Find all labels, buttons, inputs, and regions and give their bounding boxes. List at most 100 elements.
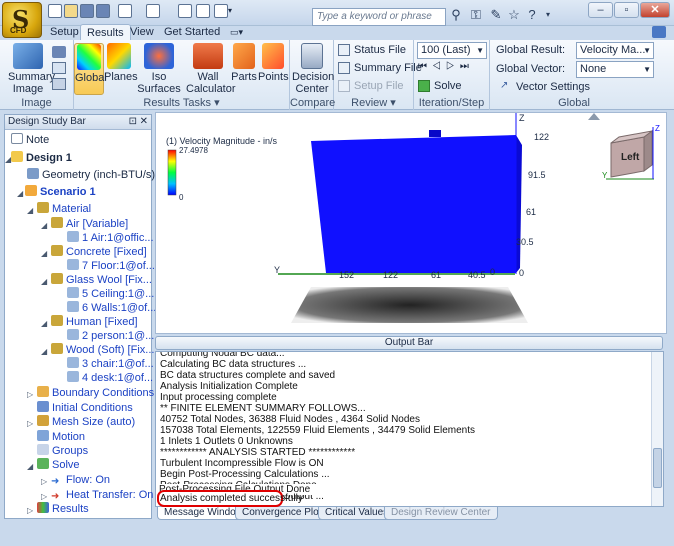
undo-icon[interactable]: [118, 4, 132, 18]
previous-step-icon[interactable]: ◁: [432, 61, 446, 72]
summary-file-button[interactable]: Summary File: [338, 60, 422, 76]
tree-item-heat-transfer[interactable]: ➜ Heat Transfer: On: [51, 488, 153, 503]
tree-item-groups[interactable]: Groups: [37, 444, 88, 459]
tree-item-mesh-size[interactable]: Mesh Size (auto): [37, 415, 135, 430]
pin-icon[interactable]: ⊡: [129, 115, 137, 129]
collapse-icon[interactable]: ◢: [41, 347, 47, 356]
status-file-button[interactable]: Status File: [338, 42, 406, 58]
collapse-icon[interactable]: ◢: [41, 249, 47, 258]
planes-button[interactable]: Planes: [104, 43, 138, 95]
binoculars-icon[interactable]: ⚲: [448, 7, 464, 23]
collapse-icon[interactable]: ◢: [41, 221, 47, 230]
tree-item-scenario[interactable]: Scenario 1: [25, 185, 96, 200]
decision-center-button[interactable]: Decision Center: [292, 43, 334, 95]
open-icon[interactable]: [64, 4, 78, 18]
viewcube-face-label[interactable]: Left: [621, 152, 639, 163]
tree-item-part[interactable]: 1 Air:1@offic...: [67, 231, 154, 246]
tree-item-part[interactable]: 5 Ceiling:1@...: [67, 287, 154, 302]
save-as-icon[interactable]: [96, 4, 110, 18]
tree-item-part[interactable]: 6 Walls:1@of...: [67, 301, 156, 316]
graphics-viewport[interactable]: (1) Velocity Magnitude - in/s 27.4978 0 …: [155, 112, 667, 334]
image-edit-icon[interactable]: [52, 78, 66, 90]
tree-item-results[interactable]: Results: [37, 502, 89, 517]
expand-icon[interactable]: ▷: [27, 419, 33, 428]
wall-calculator-button[interactable]: Wall Calculator: [186, 43, 236, 95]
favorites-star-icon[interactable]: ☆: [506, 7, 522, 23]
iso-surfaces-button[interactable]: Iso Surfaces: [134, 43, 184, 95]
first-step-icon[interactable]: ⏮: [418, 61, 432, 72]
minimize-button[interactable]: –: [588, 2, 613, 18]
play-icon[interactable]: ▷: [446, 61, 460, 72]
help-icon[interactable]: ?: [524, 7, 540, 23]
tree-item-boundary-conditions[interactable]: Boundary Conditions: [37, 386, 154, 401]
expand-icon[interactable]: ▷: [27, 506, 33, 515]
global-result-select[interactable]: Velocity Ma... ▼: [576, 42, 654, 59]
search-input[interactable]: Type a keyword or phrase: [312, 8, 446, 26]
image-settings-icon[interactable]: [52, 46, 66, 58]
global-vector-select[interactable]: None ▼: [576, 61, 654, 78]
tree-item-note[interactable]: Note: [11, 133, 49, 148]
output-scrollbar[interactable]: [651, 352, 663, 506]
parts-button[interactable]: Parts: [230, 43, 258, 95]
tab-view[interactable]: View: [124, 24, 160, 40]
iteration-nav[interactable]: ⏮◁▷⏭: [418, 61, 474, 72]
tree-item-flow[interactable]: ➜ Flow: On: [51, 473, 110, 488]
tree-item-part[interactable]: 4 desk:1@of...: [67, 371, 153, 386]
tree-item-concrete[interactable]: Concrete [Fixed]: [51, 245, 147, 260]
tab-setup[interactable]: Setup: [44, 24, 85, 40]
close-button[interactable]: ✕: [640, 2, 670, 18]
points-button[interactable]: Points: [258, 43, 289, 95]
setup-file-button[interactable]: Setup File: [338, 78, 404, 94]
collapse-icon[interactable]: ◢: [17, 189, 23, 198]
output-bar-header[interactable]: Output Bar: [155, 336, 663, 350]
planes-label: Planes: [104, 71, 138, 83]
global-button[interactable]: Global: [74, 43, 107, 95]
qat-chevron-icon[interactable]: ▾: [228, 6, 232, 15]
new-icon[interactable]: [48, 4, 62, 18]
tree-item-part[interactable]: 3 chair:1@of...: [67, 357, 154, 372]
collapse-icon[interactable]: ◢: [41, 277, 47, 286]
expand-icon[interactable]: ▷: [41, 492, 47, 501]
tree-item-glass-wool[interactable]: Glass Wool [Fix...: [51, 273, 152, 288]
tree-item-human[interactable]: Human [Fixed]: [51, 315, 138, 330]
tree-item-design[interactable]: Design 1: [11, 151, 72, 166]
tree-item-geometry[interactable]: Geometry (inch-BTU/s): [27, 168, 155, 183]
tab-get-started[interactable]: Get Started: [158, 24, 226, 40]
collapse-icon[interactable]: ◢: [27, 462, 33, 471]
save-icon[interactable]: [80, 4, 94, 18]
communication-icon[interactable]: ✎: [488, 7, 504, 23]
collapse-icon[interactable]: ◢: [41, 319, 47, 328]
ribbon-help-icon[interactable]: [652, 26, 666, 38]
tree-item-part[interactable]: 2 person:1@...: [67, 329, 154, 344]
collapse-icon[interactable]: ◢: [27, 206, 33, 215]
vector-settings-button[interactable]: ↗ Vector Settings: [500, 79, 590, 95]
tree-item-air[interactable]: Air [Variable]: [51, 217, 128, 232]
help-dropdown-icon[interactable]: [214, 4, 228, 18]
window-icon[interactable]: [146, 4, 160, 18]
next-step-icon[interactable]: ⏭: [460, 61, 474, 72]
ribbon-options-icon[interactable]: ▭▾: [224, 24, 249, 40]
help-chevron-icon[interactable]: ▾: [540, 7, 556, 23]
maximize-button[interactable]: ▫: [614, 2, 639, 18]
subscription-icon[interactable]: ⚿: [468, 7, 484, 23]
iteration-select[interactable]: 100 (Last) ▼: [417, 42, 487, 59]
scrollbar-thumb[interactable]: [653, 448, 662, 488]
launch-icon[interactable]: [178, 4, 192, 18]
tools-icon[interactable]: [196, 4, 210, 18]
image-copy-icon[interactable]: [52, 62, 66, 74]
tree-item-wood[interactable]: Wood (Soft) [Fix...: [51, 343, 154, 358]
solve-button[interactable]: Solve: [418, 78, 462, 94]
tree-item-part[interactable]: 7 Floor:1@of...: [67, 259, 155, 274]
tree-item-initial-conditions[interactable]: Initial Conditions: [37, 401, 133, 416]
expand-icon[interactable]: ▷: [27, 390, 33, 399]
tab-convergence-plot[interactable]: Convergence Plot: [235, 507, 329, 520]
home-view-icon[interactable]: [588, 113, 600, 120]
tree-item-motion[interactable]: Motion: [37, 430, 85, 445]
tree-item-solve[interactable]: Solve: [37, 458, 80, 473]
summary-image-button[interactable]: Summary Image: [8, 43, 55, 95]
expand-icon[interactable]: ▷: [41, 477, 47, 486]
tab-design-review-center[interactable]: Design Review Center: [384, 507, 498, 520]
tree-item-material[interactable]: Material: [37, 202, 91, 217]
close-icon[interactable]: ✕: [140, 115, 148, 129]
application-menu-button[interactable]: S CFD: [2, 2, 42, 38]
